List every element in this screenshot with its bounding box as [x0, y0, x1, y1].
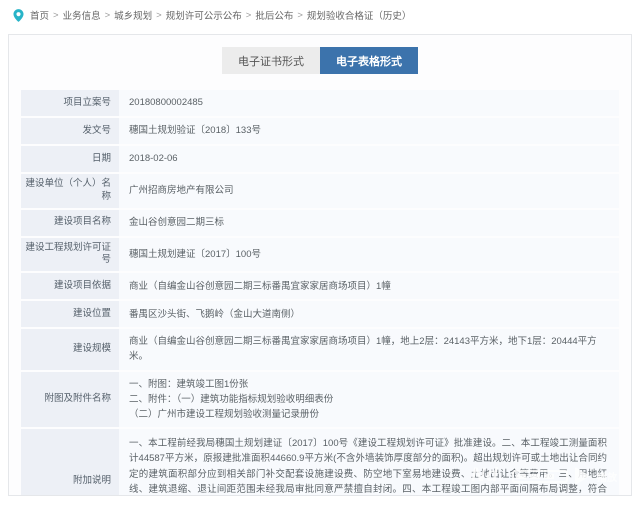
- project-info-table: 项目立案号 20180800002485 发文号 穗国土规划验证〔2018〕13…: [21, 90, 619, 496]
- attachment-line: 一、附图：建筑竣工图1份张: [129, 377, 607, 392]
- row-value: 20180800002485: [119, 90, 619, 116]
- row-label: 建设单位（个人）名称: [21, 174, 119, 208]
- row-value: 广州招商房地产有限公司: [119, 174, 619, 208]
- view-mode-tabs: 电子证书形式 电子表格形式: [9, 47, 631, 74]
- breadcrumb-separator: >: [53, 10, 59, 21]
- table-row-case-number: 项目立案号 20180800002485: [21, 90, 619, 116]
- row-value: 一、附图：建筑竣工图1份张 二、附件：（一）建筑功能指标规划验收明细表份 （二）…: [119, 372, 619, 428]
- breadcrumb-separator: >: [297, 10, 303, 21]
- table-row-date: 日期 2018-02-06: [21, 146, 619, 172]
- table-row-attachments: 附图及附件名称 一、附图：建筑竣工图1份张 二、附件：（一）建筑功能指标规划验收…: [21, 372, 619, 428]
- table-row-document-number: 发文号 穗国土规划验证〔2018〕133号: [21, 118, 619, 144]
- tab-electronic-table[interactable]: 电子表格形式: [320, 47, 418, 74]
- row-label: 建设规模: [21, 329, 119, 369]
- breadcrumb-item-post-approval[interactable]: 批后公布: [255, 8, 293, 22]
- table-row-project-basis: 建设项目依据 商业（自编金山谷创意园二期三标番禺宜家家居商场项目）1幢: [21, 273, 619, 299]
- row-label: 附图及附件名称: [21, 372, 119, 428]
- row-value: 2018-02-06: [119, 146, 619, 172]
- row-value: 番禺区沙头街、飞鹅岭（金山大道南侧）: [119, 301, 619, 327]
- content-card: 电子证书形式 电子表格形式 项目立案号 20180800002485 发文号 穗…: [8, 34, 632, 496]
- row-value: 金山谷创意园二期三标: [119, 210, 619, 236]
- breadcrumb-separator: >: [156, 10, 162, 21]
- breadcrumb-item-current-page: 规划验收合格证（历史）: [307, 8, 412, 22]
- row-label: 发文号: [21, 118, 119, 144]
- table-row-additional-notes: 附加说明 一、本工程前经我局穗国土规划建证〔2017〕100号《建设工程规划许可…: [21, 429, 619, 496]
- table-row-permit-number: 建设工程规划许可证号 穗国土规划建证〔2017〕100号: [21, 238, 619, 272]
- table-row-project-name: 建设项目名称 金山谷创意园二期三标: [21, 210, 619, 236]
- breadcrumb-item-urban-planning[interactable]: 城乡规划: [114, 8, 152, 22]
- tab-electronic-certificate[interactable]: 电子证书形式: [222, 47, 320, 74]
- table-row-construction-location: 建设位置 番禺区沙头街、飞鹅岭（金山大道南侧）: [21, 301, 619, 327]
- table-row-construction-scale: 建设规模 商业（自编金山谷创意园二期三标番禺宜家家居商场项目）1幢，地上2层：2…: [21, 329, 619, 369]
- row-value: 商业（自编金山谷创意园二期三标番禺宜家家居商场项目）1幢，地上2层：24143平…: [119, 329, 619, 369]
- location-pin-icon: [13, 9, 24, 22]
- row-label: 建设位置: [21, 301, 119, 327]
- table-row-construction-unit: 建设单位（个人）名称 广州招商房地产有限公司: [21, 174, 619, 208]
- row-value: 穗国土规划建证〔2017〕100号: [119, 238, 619, 272]
- row-label: 附加说明: [21, 429, 119, 496]
- row-label: 日期: [21, 146, 119, 172]
- row-label: 项目立案号: [21, 90, 119, 116]
- row-value: 穗国土规划验证〔2018〕133号: [119, 118, 619, 144]
- row-value: 一、本工程前经我局穗国土规划建证〔2017〕100号《建设工程规划许可证》批准建…: [119, 429, 619, 496]
- breadcrumb-separator: >: [105, 10, 111, 21]
- row-label: 建设工程规划许可证号: [21, 238, 119, 272]
- row-label: 建设项目依据: [21, 273, 119, 299]
- breadcrumb-item-permit-publicity[interactable]: 规划许可公示公布: [166, 8, 242, 22]
- attachment-line: （二）广州市建设工程规划验收测量记录册份: [115, 407, 607, 422]
- breadcrumb-item-home[interactable]: 首页: [30, 8, 49, 22]
- attachment-line: 二、附件：（一）建筑功能指标规划验收明细表份: [129, 392, 607, 407]
- breadcrumb-item-business-info[interactable]: 业务信息: [63, 8, 101, 22]
- breadcrumb-separator: >: [246, 10, 252, 21]
- row-label: 建设项目名称: [21, 210, 119, 236]
- breadcrumb: 首页 > 业务信息 > 城乡规划 > 规划许可公示公布 > 批后公布 > 规划验…: [0, 0, 640, 30]
- row-value: 商业（自编金山谷创意园二期三标番禺宜家家居商场项目）1幢: [119, 273, 619, 299]
